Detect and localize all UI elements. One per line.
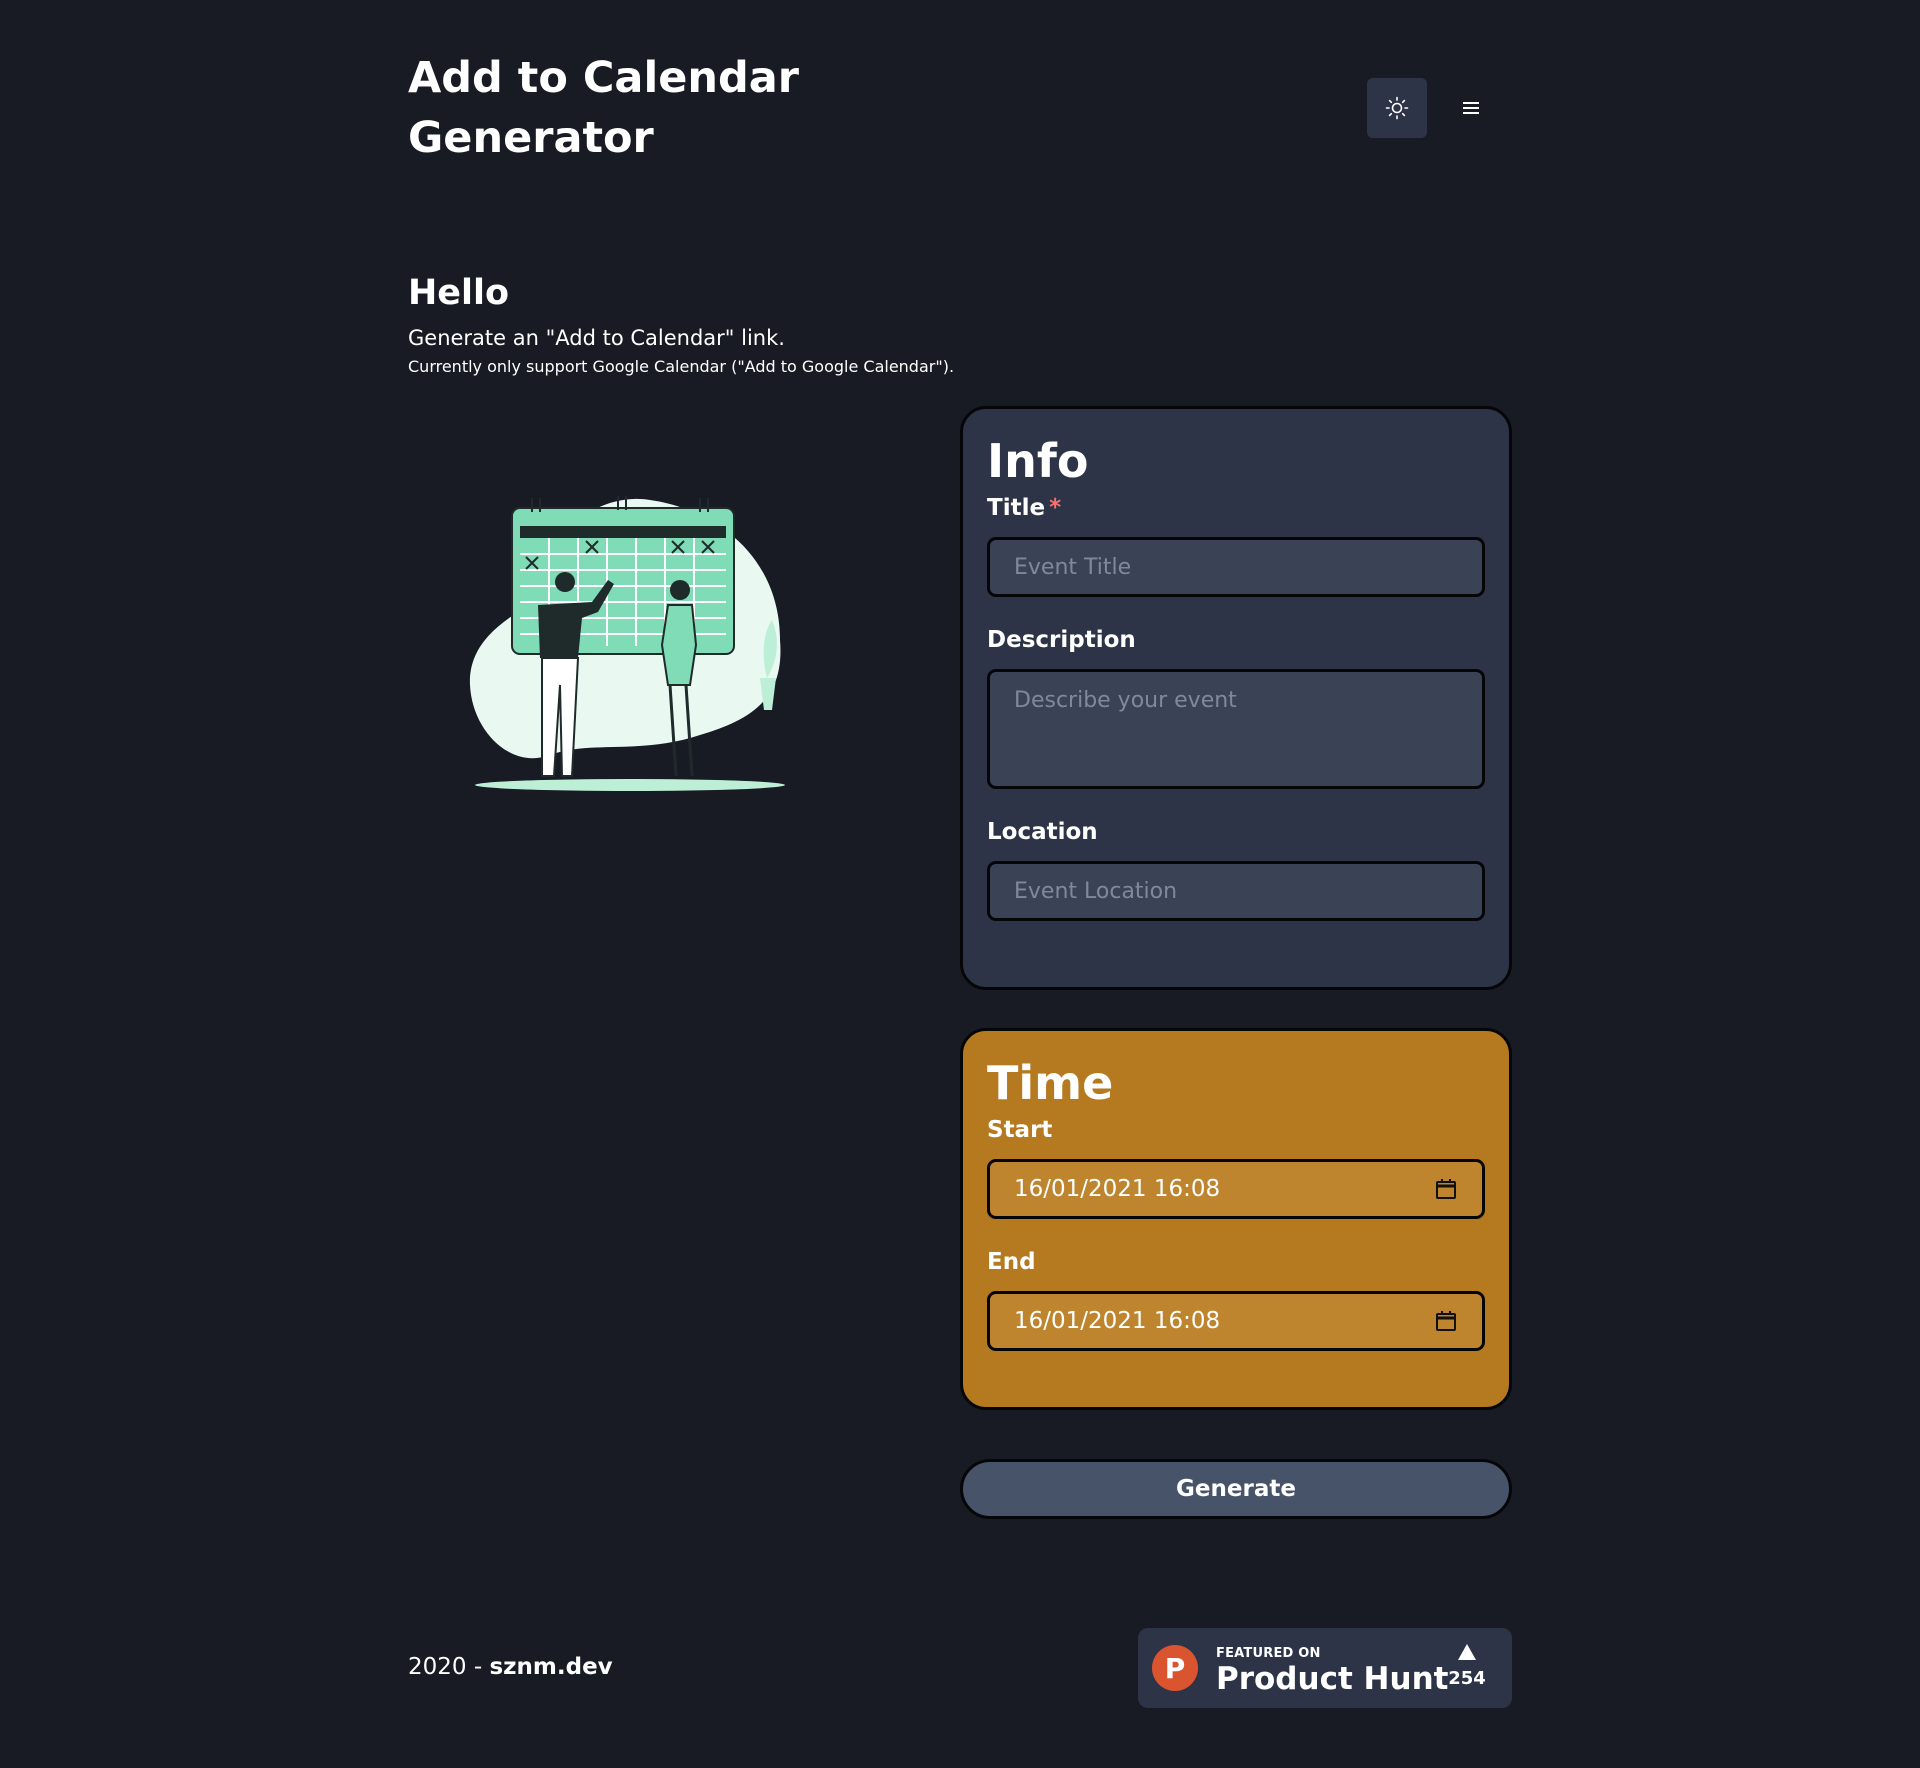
start-label: Start [987, 1117, 1053, 1143]
intro-heading: Hello [408, 273, 510, 313]
sun-icon [1385, 96, 1409, 120]
footer-credit: 2020 - sznm.dev [408, 1652, 613, 1682]
producthunt-badge[interactable]: P FEATURED ON Product Hunt 254 [1138, 1628, 1512, 1708]
time-card: Time Start 16/01/2021 16:08 End 16/01/20… [960, 1028, 1512, 1410]
theme-toggle-button[interactable] [1367, 78, 1427, 138]
producthunt-brand: Product Hunt [1216, 1661, 1449, 1697]
start-datetime-value: 16/01/2021 16:08 [1014, 1176, 1221, 1202]
time-heading: Time [987, 1056, 1114, 1110]
footer-year: 2020 [408, 1654, 467, 1680]
location-input[interactable] [987, 861, 1485, 921]
menu-button[interactable] [1441, 78, 1501, 138]
description-label: Description [987, 627, 1136, 653]
end-label: End [987, 1249, 1036, 1275]
producthunt-vote-count: 254 [1448, 1668, 1486, 1689]
generate-button[interactable]: Generate [960, 1459, 1512, 1519]
intro-description: Generate an "Add to Calendar" link. [408, 326, 785, 350]
intro-section: Hello Generate an "Add to Calendar" link… [408, 270, 1108, 378]
required-asterisk: * [1049, 495, 1062, 521]
header: Add to Calendar Generator [408, 48, 1512, 168]
end-datetime-value: 16/01/2021 16:08 [1014, 1308, 1221, 1334]
app-title: Add to Calendar Generator [408, 53, 799, 163]
upvote-triangle-icon [1458, 1644, 1476, 1660]
producthunt-logo-icon: P [1152, 1645, 1198, 1691]
start-datetime-input[interactable]: 16/01/2021 16:08 [987, 1159, 1485, 1219]
title-input[interactable] [987, 537, 1485, 597]
info-card: Info Title* Description Location [960, 406, 1512, 990]
intro-support-note: Currently only support Google Calendar (… [408, 357, 955, 376]
calendar-people-illustration [469, 496, 785, 791]
calendar-icon[interactable] [1434, 1177, 1458, 1201]
calendar-icon[interactable] [1434, 1309, 1458, 1333]
end-datetime-input[interactable]: 16/01/2021 16:08 [987, 1291, 1485, 1351]
hamburger-menu-icon [1463, 102, 1479, 114]
location-label: Location [987, 819, 1098, 845]
footer-site-link[interactable]: sznm.dev [489, 1654, 612, 1680]
info-heading: Info [987, 434, 1089, 488]
description-textarea[interactable] [987, 669, 1485, 789]
title-label-text: Title [987, 495, 1046, 521]
producthunt-featured-label: FEATURED ON [1216, 1646, 1321, 1661]
title-label: Title * [987, 493, 1485, 523]
footer-separator: - [466, 1654, 490, 1680]
